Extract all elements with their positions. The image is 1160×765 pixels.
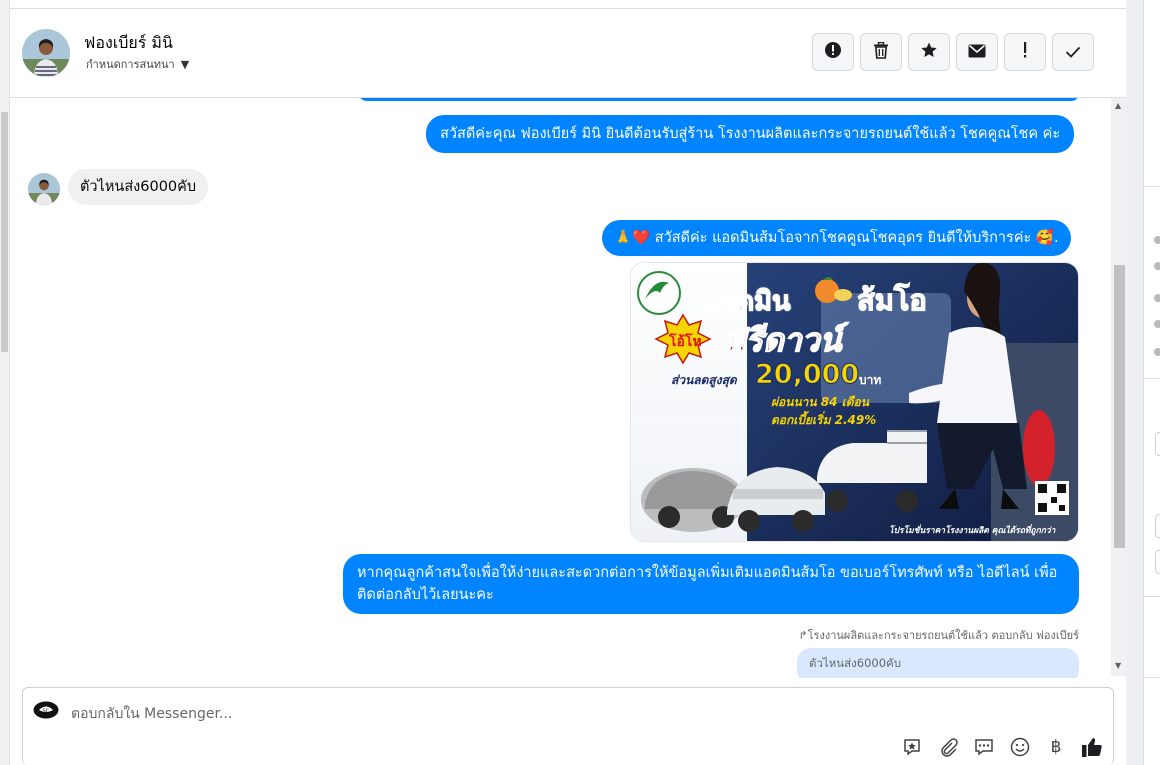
svg-text:SC: SC (43, 709, 50, 715)
message-text: ตัวไหนส่ง6000คับ (80, 179, 197, 195)
reply-arrow-icon: ↱ (798, 629, 808, 642)
right-panel-gap (1126, 0, 1143, 765)
left-scrollbar[interactable] (0, 0, 10, 765)
caret-down-icon: ▼ (180, 57, 190, 71)
mark-done-button[interactable] (1052, 33, 1094, 71)
follow-up-button[interactable] (1004, 33, 1046, 71)
assign-conversation-dropdown[interactable]: กำหนดการสนทนา ▼ (86, 55, 189, 73)
promo-title-somo: ส้มโอ (856, 282, 927, 317)
panel-icon (1154, 294, 1160, 302)
thread-scrollbar[interactable]: ▲ ▼ (1111, 98, 1126, 676)
baht-icon[interactable]: ฿ (1045, 736, 1067, 758)
checkmark-icon (1065, 43, 1081, 62)
quoted-message[interactable]: ตัวไหนส่ง6000คับ (797, 648, 1079, 678)
message-text: หากคุณลูกค้าสนใจเพื่อให้ง่ายและสะดวกต่อก… (357, 565, 1058, 603)
promo-installment: ผ่อนนาน 84 เดือน (771, 395, 869, 409)
reply-context-text: โรงงานผลิตและกระจายรถยนต์ใช้แล้ว ตอบกลับ… (807, 629, 1079, 642)
promo-badge: โอ้โห (669, 334, 702, 350)
thumbs-up-icon[interactable] (1081, 736, 1103, 758)
trash-icon (873, 41, 889, 63)
previous-message-bubble (359, 98, 1079, 101)
reply-context: ↱โรงงานผลิตและกระจายรถยนต์ใช้แล้ว ตอบกลั… (798, 626, 1079, 644)
attachment-icon[interactable] (937, 736, 959, 758)
star-button[interactable] (908, 33, 950, 71)
panel-icon (1154, 348, 1160, 356)
panel-icon (1154, 262, 1160, 270)
panel-icon (1154, 320, 1160, 328)
message-text: 🙏❤️ สวัสดีค่ะ แอดมินส้มโอจากโชคคูณโชคอุด… (614, 230, 1059, 246)
alert-circle-icon (824, 41, 842, 63)
panel-divider (1144, 596, 1160, 597)
thread-scrollbar-thumb[interactable] (1114, 265, 1125, 548)
star-icon (920, 41, 938, 63)
panel-divider (1144, 378, 1160, 379)
scroll-down-arrow-icon[interactable]: ▼ (1115, 661, 1121, 670)
right-info-panel (1143, 0, 1160, 765)
incoming-message[interactable]: ตัวไหนส่ง6000คับ (68, 169, 209, 205)
panel-icon (1154, 236, 1160, 244)
chat-bubble-icon[interactable] (973, 736, 995, 758)
promo-discount-value: 20,000 (754, 359, 860, 391)
message-thread[interactable]: สวัสดีค่ะคุณ ฟองเบียร์ มินิ ยินดีต้อนรับ… (10, 98, 1126, 678)
scroll-up-arrow-icon[interactable]: ▲ (1115, 101, 1121, 110)
spam-button[interactable] (812, 33, 854, 71)
contact-avatar[interactable] (22, 29, 70, 77)
page-logo: SC (33, 701, 59, 719)
quoted-message-text: ตัวไหนส่ง6000คับ (809, 656, 902, 670)
panel-field[interactable] (1155, 432, 1160, 456)
message-composer[interactable]: SC ตอบกลับใน Messenger... ฿ (22, 687, 1114, 765)
conversation-header: ฟองเบียร์ มินิ กำหนดการสนทนา ▼ (10, 9, 1126, 98)
reply-input[interactable]: ตอบกลับใน Messenger... (71, 703, 232, 725)
panel-field[interactable] (1155, 514, 1160, 538)
panel-divider (1144, 186, 1160, 187)
panel-divider (1144, 677, 1160, 678)
exclamation-icon (1022, 42, 1028, 62)
promo-discount-unit: บาท (859, 373, 882, 387)
contact-name[interactable]: ฟองเบียร์ มินิ (84, 31, 173, 56)
outgoing-message-greeting[interactable]: 🙏❤️ สวัสดีค่ะ แอดมินส้มโอจากโชคคูณโชคอุด… (602, 220, 1071, 256)
outgoing-message-welcome[interactable]: สวัสดีค่ะคุณ ฟองเบียร์ มินิ ยินดีต้อนรับ… (426, 115, 1075, 153)
promo-interest: ดอกเบี้ยเริ่ม 2.49% (771, 413, 877, 427)
top-border (10, 0, 1126, 9)
left-scrollbar-thumb[interactable] (1, 112, 8, 352)
envelope-icon (968, 43, 986, 62)
message-text: สวัสดีค่ะคุณ ฟองเบียร์ มินิ ยินดีต้อนรับ… (440, 126, 1061, 142)
outgoing-message-followup[interactable]: หากคุณลูกค้าสนใจเพื่อให้ง่ายและสะดวกต่อก… (343, 554, 1079, 614)
header-actions (812, 33, 1094, 71)
delete-button[interactable] (860, 33, 902, 71)
assign-label: กำหนดการสนทนา (86, 58, 175, 71)
customer-avatar[interactable] (28, 173, 60, 205)
saved-reply-icon[interactable] (901, 736, 923, 758)
promo-discount-label: ส่วนลดสูงสุด (671, 373, 737, 387)
panel-field[interactable] (1155, 550, 1160, 574)
mark-unread-button[interactable] (956, 33, 998, 71)
emoji-icon[interactable] (1009, 736, 1031, 758)
promo-footer: โปรโมชั่นราคาโรงงานผลิต คุณได้รถที่ถูกกว… (889, 526, 1056, 536)
promo-image[interactable]: แอดมิน ส้มโอ โอ้โห ฟรีดาวน์ ส่วนลดสูงสุด… (630, 262, 1079, 542)
composer-tools: ฿ (901, 736, 1103, 758)
